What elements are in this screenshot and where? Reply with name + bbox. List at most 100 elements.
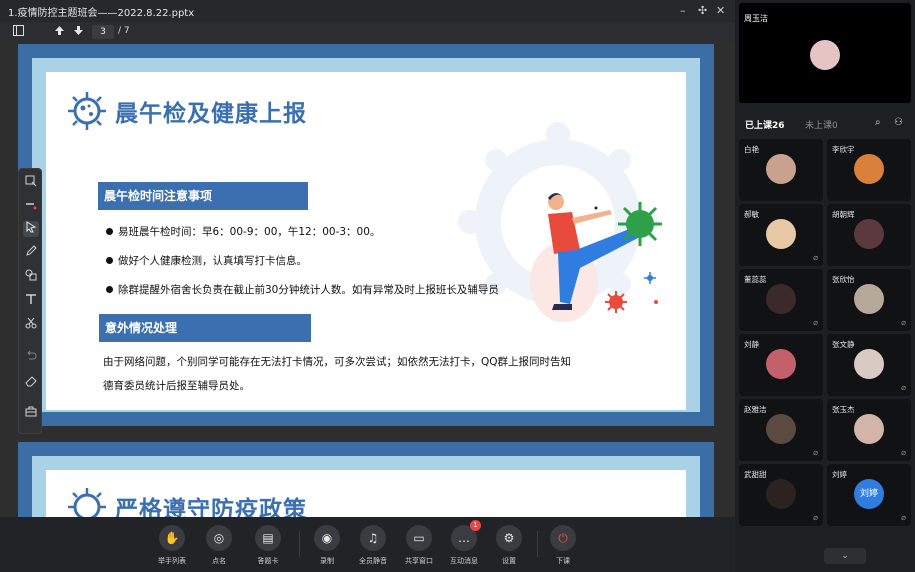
teacher-video[interactable]: 周玉洁 bbox=[739, 3, 911, 103]
paragraph-line-1: 由于网络问题，个别同学可能存在无法打卡情况，可多次尝试；如依然无法打卡，QQ群上… bbox=[103, 356, 572, 368]
record-icon: ◉ bbox=[314, 525, 340, 551]
annotation-toolbar bbox=[18, 168, 42, 434]
student-tile[interactable]: 刘静 bbox=[739, 334, 823, 396]
avatar: 刘婷 bbox=[854, 479, 884, 509]
mic-muted-icon: ⌀ bbox=[813, 513, 818, 522]
student-tile[interactable]: 李欣宇 bbox=[827, 139, 911, 201]
document-toolbar: 3 / 7 bbox=[0, 22, 735, 42]
minimize-icon[interactable]: – bbox=[680, 4, 686, 17]
shapes-icon[interactable] bbox=[23, 269, 39, 285]
window-title: 1.疫情防控主题班会——2022.8.22.pptx bbox=[8, 7, 195, 19]
raise-hand-list-button[interactable]: ✋ 举手列表 bbox=[150, 525, 194, 566]
roll-call-button[interactable]: ◎ 点名 bbox=[197, 525, 241, 566]
kicking-virus-illustration bbox=[530, 193, 662, 322]
select-icon[interactable] bbox=[23, 175, 39, 191]
interactive-messages-button[interactable]: … 1 互动消息 bbox=[442, 520, 486, 566]
slide-title: 晨午检及健康上报 bbox=[115, 100, 307, 127]
record-button[interactable]: ◉ 录制 bbox=[305, 525, 349, 566]
teacher-name: 周玉洁 bbox=[744, 14, 768, 23]
mic-muted-icon: ⌀ bbox=[813, 448, 818, 457]
avatar bbox=[854, 414, 884, 444]
mic-muted-icon: ⌀ bbox=[901, 318, 906, 327]
section-heading-1: 晨午检时间注意事项 bbox=[98, 182, 308, 210]
title-bar: 1.疫情防控主题班会——2022.8.22.pptx – ✣ ✕ bbox=[0, 0, 735, 22]
avatar bbox=[810, 40, 840, 70]
eraser-icon[interactable] bbox=[23, 375, 39, 391]
avatar bbox=[854, 154, 884, 184]
text-icon[interactable] bbox=[23, 293, 39, 309]
section-heading-2: 意外情况处理 bbox=[99, 314, 311, 342]
laser-icon[interactable] bbox=[23, 199, 39, 215]
attendance-tabs: 已上课26 未上课0 ⌕ ⚇ bbox=[735, 113, 915, 133]
avatar bbox=[766, 154, 796, 184]
mute-all-icon: ♫ bbox=[360, 525, 386, 551]
avatar bbox=[766, 349, 796, 379]
close-icon[interactable]: ✕ bbox=[716, 4, 725, 17]
mute-all-button[interactable]: ♫ 全员静音 bbox=[351, 525, 395, 566]
bullet-item-1: 易班晨午检时间：早6：00-9：00，午12：00-3：00。 bbox=[105, 226, 381, 238]
avatar bbox=[766, 414, 796, 444]
avatar bbox=[854, 284, 884, 314]
next-page-button[interactable] bbox=[73, 25, 84, 40]
student-tile[interactable]: 胡朝辉 bbox=[827, 204, 911, 266]
avatar bbox=[854, 349, 884, 379]
add-user-icon[interactable]: ⚇ bbox=[894, 117, 903, 128]
bullet-item-3: 除群提醒外宿舍长负责在截止前30分钟统计人数。如有异常及时上报班长及辅导员 bbox=[106, 284, 499, 296]
scissors-icon[interactable] bbox=[23, 317, 39, 333]
settings-button[interactable]: ⚙ 设置 bbox=[487, 525, 531, 566]
page-total: / 7 bbox=[118, 26, 130, 36]
slide-4: 严格遵守防疫政策 bbox=[18, 442, 714, 517]
prev-page-button[interactable] bbox=[54, 25, 65, 40]
avatar bbox=[766, 479, 796, 509]
search-icon[interactable]: ⌕ bbox=[875, 117, 881, 128]
student-tile[interactable]: 郝敏 ⌀ bbox=[739, 204, 823, 266]
power-icon: ⏻ bbox=[550, 525, 576, 551]
mic-muted-icon: ⌀ bbox=[901, 513, 906, 522]
share-window-icon: ▭ bbox=[406, 525, 432, 551]
mic-muted-icon: ⌀ bbox=[813, 253, 818, 262]
undo-icon[interactable] bbox=[23, 349, 39, 365]
slide-canvas-next: 严格遵守防疫政策 bbox=[46, 470, 686, 517]
settings-icon: ⚙ bbox=[496, 525, 522, 551]
student-tile[interactable]: 赵雅洁 ⌀ bbox=[739, 399, 823, 461]
document-viewer[interactable]: 晨午检及健康上报 晨午检时间注意事项 易班晨午检时间：早6：00-9：00，午1… bbox=[0, 42, 735, 517]
rollcall-icon: ◎ bbox=[206, 525, 232, 551]
tab-joined[interactable]: 已上课26 bbox=[745, 118, 785, 131]
student-tile[interactable]: 张文静 ⌀ bbox=[827, 334, 911, 396]
slide-title: 严格遵守防疫政策 bbox=[115, 496, 307, 517]
answer-card-button[interactable]: ▤ 答题卡 bbox=[246, 525, 290, 566]
mic-muted-icon: ⌀ bbox=[813, 318, 818, 327]
avatar bbox=[766, 284, 796, 314]
classroom-app: 1.疫情防控主题班会——2022.8.22.pptx – ✣ ✕ 3 / 7 晨… bbox=[0, 0, 915, 572]
share-window-button[interactable]: ▭ 共享窗口 bbox=[397, 525, 441, 566]
fullscreen-icon[interactable]: ✣ bbox=[698, 4, 707, 17]
student-tile[interactable]: 张玉杰 ⌀ bbox=[827, 399, 911, 461]
pointer-icon[interactable] bbox=[23, 221, 39, 237]
tab-not-joined[interactable]: 未上课0 bbox=[805, 118, 838, 131]
student-tile[interactable]: 董蕊蕊 ⌀ bbox=[739, 269, 823, 331]
student-tile[interactable]: 白艳 bbox=[739, 139, 823, 201]
sidebar-toggle-icon[interactable] bbox=[13, 25, 24, 40]
chevron-down-icon[interactable]: ⌄ bbox=[824, 548, 866, 564]
virus-title-icon bbox=[68, 488, 106, 517]
slide-3: 晨午检及健康上报 晨午检时间注意事项 易班晨午检时间：早6：00-9：00，午1… bbox=[18, 44, 714, 426]
end-class-button[interactable]: ⏻ 下课 bbox=[541, 525, 585, 566]
toolbox-icon[interactable] bbox=[23, 405, 39, 421]
virus-title-icon bbox=[68, 92, 106, 130]
hand-icon: ✋ bbox=[159, 525, 185, 551]
classroom-control-bar: ✋ 举手列表 ◎ 点名 ▤ 答题卡 ◉ 录制 ♫ 全员静音 ▭ 共享窗口 … 1 … bbox=[0, 517, 735, 572]
unread-badge: 1 bbox=[470, 520, 481, 531]
avatar bbox=[766, 219, 796, 249]
student-tile[interactable]: 刘婷 刘婷 ⌀ bbox=[827, 464, 911, 526]
student-tile[interactable]: 武甜甜 ⌀ bbox=[739, 464, 823, 526]
message-icon: … 1 bbox=[451, 520, 481, 551]
page-number-input[interactable]: 3 bbox=[92, 25, 114, 39]
pen-icon[interactable] bbox=[23, 245, 39, 261]
mic-muted-icon: ⌀ bbox=[901, 448, 906, 457]
student-tile[interactable]: 张欣怡 ⌀ bbox=[827, 269, 911, 331]
participants-panel: 周玉洁 已上课26 未上课0 ⌕ ⚇ 白艳 李欣宇 郝敏 ⌀ 胡朝辉 董蕊蕊 ⌀ 张… bbox=[735, 0, 915, 572]
paragraph-line-2: 德育委员统计后报至辅导员处。 bbox=[103, 380, 250, 392]
avatar bbox=[854, 219, 884, 249]
mic-muted-icon: ⌀ bbox=[901, 383, 906, 392]
answer-card-icon: ▤ bbox=[255, 525, 281, 551]
